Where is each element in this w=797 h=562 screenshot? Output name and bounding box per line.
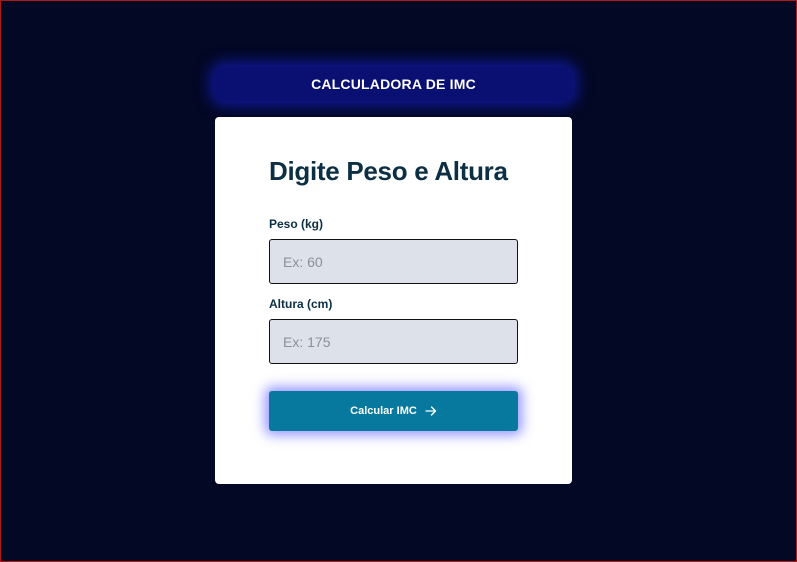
height-input[interactable] [269,319,518,364]
form-heading: Digite Peso e Altura [269,156,508,186]
app-title: CALCULADORA DE IMC [311,76,476,92]
calculate-bmi-button[interactable]: Calcular IMC [269,391,518,431]
calculate-button-label: Calcular IMC [350,405,417,417]
arrow-right-icon [425,405,437,417]
weight-input[interactable] [269,239,518,284]
bmi-form-card: Digite Peso e Altura Peso (kg) Altura (c… [215,117,572,484]
height-label: Altura (cm) [269,297,333,311]
app-header: CALCULADORA DE IMC [215,67,572,101]
weight-label: Peso (kg) [269,217,324,231]
